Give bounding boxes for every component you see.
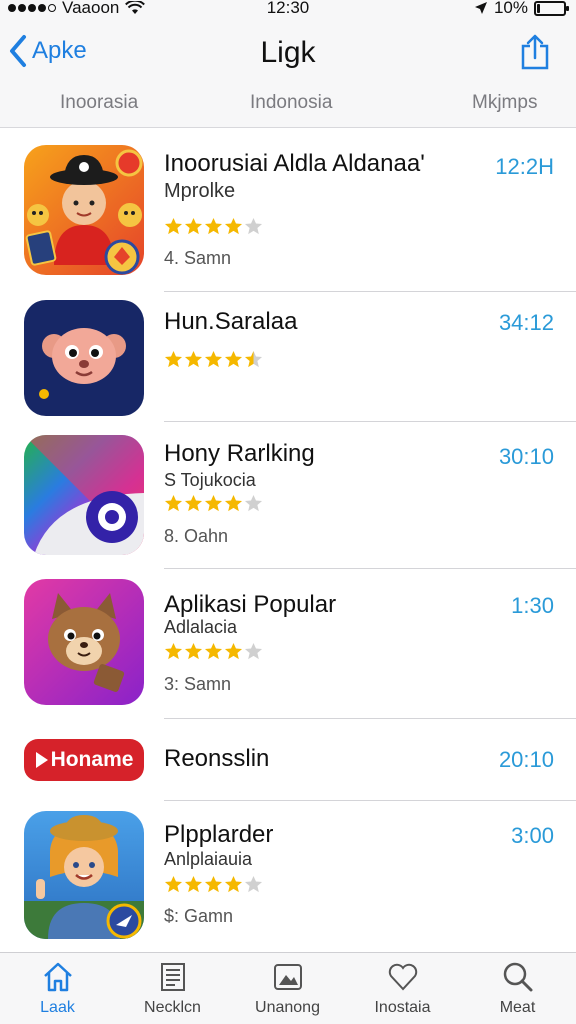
- tab-inostaia[interactable]: Inostaia: [345, 959, 460, 1017]
- battery-icon: [534, 0, 569, 16]
- star-filled-icon: [204, 350, 223, 368]
- banner-icon: Honame: [24, 739, 144, 781]
- tab-label: Necklcn: [144, 999, 201, 1016]
- subtab-1[interactable]: Indonosia: [250, 92, 332, 114]
- star-filled-icon: [164, 875, 183, 893]
- tab-laak[interactable]: Laak: [0, 959, 115, 1017]
- share-icon[interactable]: [520, 34, 550, 70]
- app-subtitle: Anlplaiauia: [164, 849, 253, 869]
- tab-meat[interactable]: Meat: [460, 959, 575, 1017]
- app-name: Hony Rarlking: [164, 440, 315, 467]
- rating-stars: [164, 350, 263, 369]
- star-filled-icon: [184, 494, 203, 512]
- cartoon-cat-icon: [24, 579, 144, 705]
- cartoon-boy-icon: [24, 145, 144, 275]
- app-subtitle: S Tojukocia: [164, 470, 256, 490]
- rating-stars: [164, 642, 263, 661]
- star-empty-icon: [244, 642, 263, 660]
- star-filled-icon: [184, 350, 203, 368]
- star-filled-icon: [184, 217, 203, 235]
- location-arrow-icon: [474, 2, 487, 14]
- star-filled-icon: [224, 350, 243, 368]
- star-filled-icon: [184, 875, 203, 893]
- app-name: Hun.Saralaa: [164, 308, 298, 335]
- app-meta: $: Gamn: [164, 906, 234, 926]
- app-name: Reonsslin: [164, 745, 270, 772]
- play-icon: [35, 752, 48, 768]
- star-empty-icon: [244, 494, 263, 512]
- app-time: 12:2H: [495, 154, 554, 179]
- home-icon: [43, 962, 72, 992]
- star-filled-icon: [224, 875, 243, 893]
- document-icon: [160, 963, 185, 991]
- subtab-bar: Inoorasia Indonosia Mkjmps: [0, 92, 576, 118]
- app-time: 1:30: [511, 593, 554, 618]
- app-time: 3:00: [511, 823, 554, 848]
- app-name: Aplikasi Popular: [164, 591, 337, 618]
- app-subtitle: Adlalacia: [164, 617, 238, 637]
- banner-text: Honame: [50, 748, 134, 771]
- cartoon-face-icon: [24, 300, 144, 416]
- app-list: Inoorusiai Aldla Aldanaa' Mprolke 4. Sam…: [0, 128, 576, 951]
- app-meta: 8. Oahn: [164, 526, 229, 546]
- app-meta: 4. Samn: [164, 248, 232, 268]
- star-filled-icon: [164, 494, 183, 512]
- star-half-icon: [244, 350, 263, 368]
- tab-label: Inostaia: [374, 999, 431, 1016]
- tab-unanong[interactable]: Unanong: [230, 959, 345, 1017]
- battery-percent: 10%: [493, 0, 528, 17]
- heart-icon: [388, 963, 417, 991]
- search-icon: [503, 962, 532, 992]
- list-item[interactable]: Plpplarder Anlplaiauia $: Gamn 3:00: [0, 801, 576, 951]
- star-filled-icon: [224, 494, 243, 512]
- subtab-0[interactable]: Inoorasia: [60, 92, 138, 114]
- star-empty-icon: [244, 875, 263, 893]
- star-filled-icon: [204, 875, 223, 893]
- rating-stars: [164, 875, 263, 894]
- page-title: Ligk: [260, 36, 316, 69]
- star-filled-icon: [224, 217, 243, 235]
- list-item[interactable]: Hun.Saralaa 34:12: [0, 292, 576, 422]
- list-item[interactable]: Honame Reonsslin 20:10: [0, 719, 576, 801]
- star-empty-icon: [244, 217, 263, 235]
- cartoon-girl-icon: [24, 811, 144, 939]
- app-meta: 3: Samn: [164, 674, 232, 694]
- status-right: 10%: [474, 0, 569, 18]
- tab-bar: Laak Necklcn Unanong Inostaia Meat: [0, 952, 576, 1024]
- app-time: 20:10: [498, 747, 554, 772]
- app-name: Inoorusiai Aldla Aldanaa': [164, 150, 425, 177]
- photo-icon: [273, 964, 302, 990]
- list-item[interactable]: Inoorusiai Aldla Aldanaa' Mprolke 4. Sam…: [0, 128, 576, 292]
- star-filled-icon: [204, 217, 223, 235]
- list-item[interactable]: Hony Rarlking S Tojukocia 8. Oahn 30:10: [0, 422, 576, 569]
- eye-play-icon: [24, 435, 144, 555]
- tab-label: Unanong: [255, 999, 320, 1016]
- subtab-2[interactable]: Mkjmps: [472, 92, 537, 114]
- star-filled-icon: [184, 642, 203, 660]
- app-name: Plpplarder: [164, 821, 274, 848]
- app-time: 34:12: [498, 310, 554, 335]
- app-time: 30:10: [498, 444, 554, 469]
- tab-label: Meat: [499, 999, 536, 1016]
- app-subtitle: Mprolke: [164, 180, 236, 202]
- star-filled-icon: [164, 642, 183, 660]
- star-filled-icon: [224, 642, 243, 660]
- star-filled-icon: [164, 350, 183, 368]
- tab-necklcn[interactable]: Necklcn: [115, 959, 230, 1017]
- rating-stars: [164, 217, 263, 236]
- star-filled-icon: [164, 217, 183, 235]
- rating-stars: [164, 494, 263, 513]
- status-bar: Vaaoon 12:30 10%: [0, 0, 576, 22]
- list-item[interactable]: Aplikasi Popular Adlalacia 3: Samn 1:30: [0, 569, 576, 719]
- star-filled-icon: [204, 494, 223, 512]
- tab-label: Laak: [40, 999, 75, 1016]
- navigation-bar: Apke Ligk Inoorasia Indonosia Mkjmps: [0, 22, 576, 128]
- star-filled-icon: [204, 642, 223, 660]
